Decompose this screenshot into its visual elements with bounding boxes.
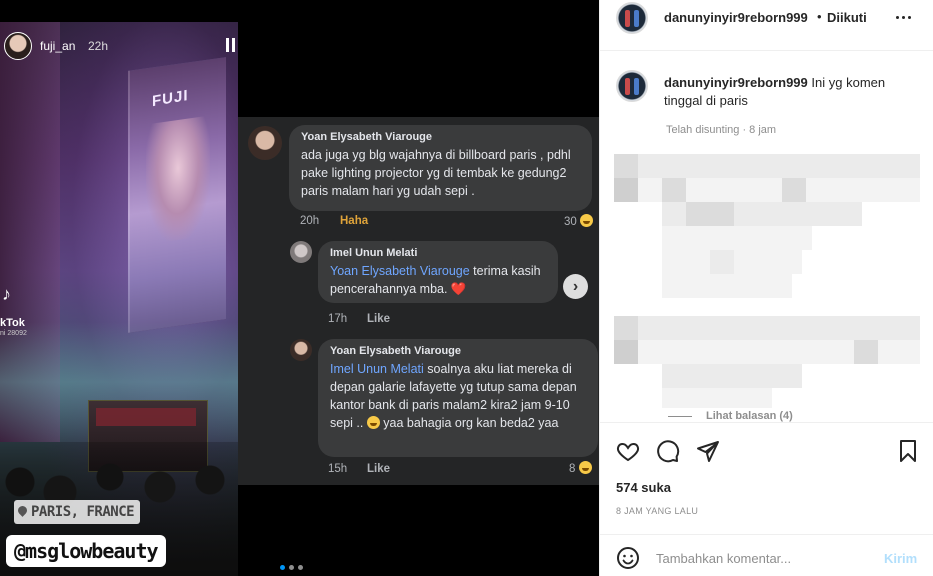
location-pin-icon [18, 506, 27, 518]
reaction-count: 8 [569, 461, 592, 475]
share-icon[interactable] [696, 439, 720, 463]
divider [600, 534, 933, 535]
post-header: danunyinyir9reborn999 • Diikuti [600, 0, 933, 34]
laughing-emoji-icon [366, 416, 380, 429]
author-avatar[interactable] [616, 2, 648, 34]
commenter-avatar [248, 126, 282, 160]
comment-bubble: Yoan Elysabeth Viarouge Imel Unun Melati… [318, 339, 598, 457]
comment-reaction: Haha [340, 215, 369, 227]
comment-like: Like [367, 463, 391, 475]
comment-text: ada juga yg blg wajahnya di billboard pa… [301, 148, 571, 198]
caption-avatar[interactable] [616, 70, 648, 102]
comment-like: Like [367, 313, 391, 325]
like-count[interactable]: 574 suka [616, 480, 671, 495]
billboard-portrait [146, 115, 210, 245]
story-username: fuji_an [40, 39, 76, 53]
location-label: PARIS, FRANCE [31, 504, 135, 520]
heart-icon[interactable] [616, 439, 640, 463]
reaction-count-value: 30 [564, 216, 577, 228]
more-options-icon[interactable] [896, 16, 916, 20]
view-replies-button[interactable]: Lihat balasan (4) [668, 410, 793, 422]
post-media[interactable]: FUJI fuji_an 22h ♪ kTok ni 28092 PARIS, … [0, 0, 599, 576]
replies-line [668, 415, 692, 417]
pause-icon [226, 38, 236, 52]
kiosk-sign [96, 408, 196, 426]
comment-body-end: yaa bahagia org kan beda2 yaa [379, 416, 559, 430]
haha-emoji-icon [578, 461, 592, 474]
reaction-count: 30 [564, 214, 593, 228]
heart-icon: ❤️ [450, 282, 467, 296]
caption: danunyinyir9reborn999 Ini yg komen tingg… [664, 74, 914, 110]
commenter-avatar [290, 339, 312, 361]
author-username[interactable]: danunyinyir9reborn999 [664, 10, 808, 25]
carousel-dot [298, 565, 303, 570]
comment-bubble: Imel Unun Melati Yoan Elysabeth Viarouge… [318, 241, 558, 303]
caption-meta: Telah disunting · 8 jam [666, 124, 777, 136]
comment-time: 20h [300, 215, 320, 227]
view-replies-label: Lihat balasan (4) [706, 410, 793, 422]
comment-mention: Imel Unun Melati [330, 362, 424, 376]
carousel-dot [280, 565, 285, 570]
tiktok-icon: ♪ [2, 284, 11, 304]
mention-sticker: @msglowbeauty [6, 535, 166, 567]
bookmark-icon[interactable] [896, 439, 920, 463]
emoji-icon[interactable] [616, 546, 640, 570]
story-header: fuji_an 22h [0, 30, 238, 64]
carousel-dot [289, 565, 294, 570]
caption-username[interactable]: danunyinyir9reborn999 [664, 75, 808, 90]
comment-mention: Yoan Elysabeth Viarouge [330, 264, 470, 278]
follow-button[interactable]: Diikuti [827, 10, 867, 25]
blurred-comments [614, 154, 924, 420]
carousel-indicator [280, 565, 303, 570]
post-sidebar: danunyinyir9reborn999 • Diikuti danunyin… [599, 0, 933, 576]
post-timestamp: 8 JAM YANG LALU [616, 506, 699, 516]
comment-author: Yoan Elysabeth Viarouge [301, 131, 433, 143]
story-screenshot: FUJI fuji_an 22h ♪ kTok ni 28092 [0, 22, 238, 576]
comment-bubble: Yoan Elysabeth Viarouge ada juga yg blg … [289, 125, 592, 211]
divider [600, 50, 933, 51]
divider [600, 422, 933, 423]
comment-author: Yoan Elysabeth Viarouge [330, 345, 462, 357]
comment-time: 17h [328, 313, 348, 325]
comment-text: Imel Unun Melati soalnya aku liat mereka… [330, 360, 586, 432]
post-comment-button[interactable]: Kirim [884, 551, 917, 566]
location-sticker: PARIS, FRANCE [14, 500, 141, 524]
comment-icon[interactable] [656, 439, 680, 463]
comment-text: Yoan Elysabeth Viarouge terima kasih pen… [330, 262, 546, 298]
comments-screenshot: Yoan Elysabeth Viarouge ada juga yg blg … [238, 117, 599, 485]
header-separator: • [817, 9, 822, 24]
next-slide-button[interactable]: › [563, 274, 588, 299]
story-avatar [4, 32, 32, 60]
commenter-avatar [290, 241, 312, 263]
haha-emoji-icon [580, 214, 593, 227]
comment-author: Imel Unun Melati [330, 247, 418, 259]
story-time: 22h [88, 39, 109, 53]
comment-time: 15h [328, 463, 348, 475]
tiktok-label: kTok [0, 317, 25, 329]
tiktok-id: ni 28092 [0, 330, 27, 337]
reaction-count-value: 8 [569, 463, 576, 475]
comment-input[interactable] [656, 551, 876, 566]
